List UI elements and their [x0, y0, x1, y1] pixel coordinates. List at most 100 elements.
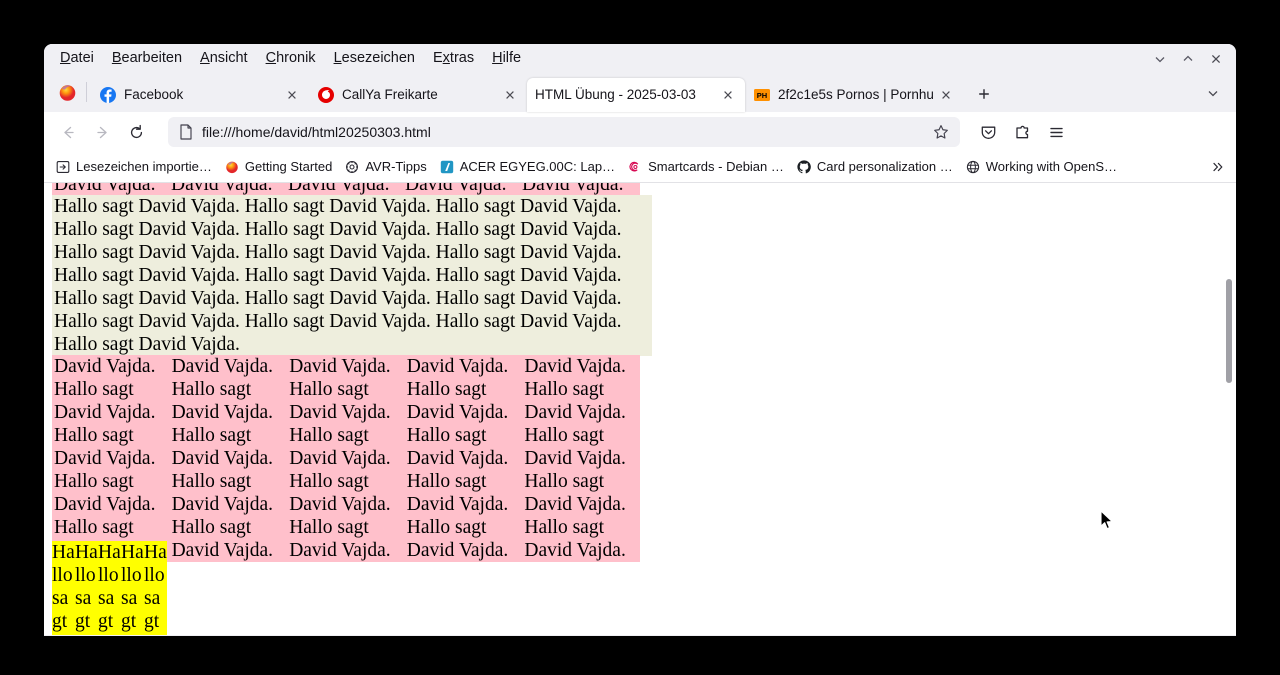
table-cell: David Vajda.: [522, 355, 640, 378]
bookmarks-overflow-icon[interactable]: [1206, 155, 1230, 179]
screen: Datei Bearbeiten Ansicht Chronik Lesezei…: [0, 0, 1280, 675]
narrow-column: Hallo sagt David Vajda. Hallo sagt David…: [98, 541, 121, 635]
table-cell: Hallo sagt: [522, 516, 640, 539]
scrollbar-thumb[interactable]: [1226, 279, 1232, 383]
firefox-logo-icon: [50, 74, 84, 110]
narrow-column: Hallo sagt David Vajda. Hallo sagt David…: [144, 541, 167, 635]
table-cell: Hallo sagt: [405, 470, 523, 493]
minimize-icon[interactable]: [1146, 47, 1174, 71]
bookmarks-toolbar: Lesezeichen importie… Getting Started: [44, 152, 1236, 183]
table-row: David Vajda. David Vajda. David Vajda. D…: [52, 355, 640, 378]
new-tab-button[interactable]: [969, 79, 999, 109]
extensions-icon[interactable]: [1006, 116, 1038, 148]
svg-text:PH: PH: [756, 91, 766, 100]
debian-icon: [627, 159, 643, 175]
pink-table: David Vajda. David Vajda. David Vajda. D…: [52, 355, 640, 562]
tab-html-ubung[interactable]: HTML Übung - 2025-03-03: [527, 78, 745, 112]
acer-icon: [439, 159, 455, 175]
table-cell: David Vajda.: [522, 493, 640, 516]
table-cell: David Vajda.: [170, 355, 288, 378]
table-row: Hallo sagt Hallo sagt Hallo sagt Hallo s…: [52, 378, 640, 401]
tab-close-icon[interactable]: [283, 86, 301, 104]
bookmark-label: AVR-Tipps: [365, 159, 426, 175]
table-cell: David Vajda.: [52, 401, 170, 424]
reload-button[interactable]: [120, 116, 152, 148]
tab-facebook[interactable]: Facebook: [91, 78, 309, 112]
menu-item-chronik[interactable]: Chronik: [258, 47, 324, 69]
github-icon: [796, 159, 812, 175]
bookmark-getting-started[interactable]: Getting Started: [219, 156, 337, 178]
table-cell: Hallo sagt: [52, 424, 170, 447]
maximize-icon[interactable]: [1174, 47, 1202, 71]
menu-bar: Datei Bearbeiten Ansicht Chronik Lesezei…: [44, 44, 1236, 72]
bookmark-star-icon[interactable]: [928, 119, 954, 145]
url-text[interactable]: file:///home/david/html20250303.html: [202, 124, 928, 140]
bookmark-working-with-openssl[interactable]: Working with OpenS…: [960, 156, 1122, 178]
table-cell: Hallo sagt: [52, 516, 170, 539]
narrow-column: Hallo sagt David Vajda. Hallo sagt David…: [75, 541, 98, 635]
table-cell: Hallo sagt: [170, 378, 288, 401]
page-viewport[interactable]: David Vajda. David Vajda. David Vajda. D…: [44, 183, 1236, 635]
table-cell: Hallo sagt: [52, 378, 170, 401]
back-button[interactable]: [52, 116, 84, 148]
table-cell: David Vajda.: [170, 493, 288, 516]
pocket-icon[interactable]: [972, 116, 1004, 148]
menu-item-bearbeiten[interactable]: Bearbeiten: [104, 47, 190, 69]
tab-pornhub[interactable]: PH 2f2c1e5s Pornos | Pornhub: [745, 78, 963, 112]
table-cell: Hallo sagt: [287, 516, 405, 539]
menu-item-hilfe[interactable]: Hilfe: [484, 47, 529, 69]
menu-item-ansicht[interactable]: Ansicht: [192, 47, 256, 69]
close-icon[interactable]: [1202, 47, 1230, 71]
table-cell: David Vajda.: [286, 183, 403, 195]
table-cell: David Vajda.: [287, 401, 405, 424]
table-cell: Hallo sagt: [170, 516, 288, 539]
hamburger-menu-icon[interactable]: [1040, 116, 1072, 148]
tab-title: 2f2c1e5s Pornos | Pornhub: [778, 86, 933, 104]
facebook-icon: [99, 87, 116, 104]
vertical-scrollbar[interactable]: [1222, 183, 1236, 635]
tab-callya-freikarte[interactable]: CallYa Freikarte: [309, 78, 527, 112]
table-cell: David Vajda.: [52, 493, 170, 516]
forward-button[interactable]: [86, 116, 118, 148]
bookmark-smartcards-debian[interactable]: Smartcards - Debian …: [622, 156, 789, 178]
table-row: Hallo sagt Hallo sagt Hallo sagt Hallo s…: [52, 470, 640, 493]
url-bar[interactable]: file:///home/david/html20250303.html: [168, 117, 960, 147]
table-body: David Vajda. David Vajda. David Vajda. D…: [52, 355, 640, 562]
firefox-icon: [224, 159, 240, 175]
table-cell: Hallo sagt: [287, 378, 405, 401]
table-row: Hallo sagt Hallo sagt Hallo sagt Hallo s…: [52, 424, 640, 447]
table-cell: Hallo sagt: [522, 378, 640, 401]
table-cell: David Vajda.: [170, 447, 288, 470]
tab-title: Facebook: [124, 86, 279, 104]
paragraph-block: Hallo sagt David Vajda. Hallo sagt David…: [52, 195, 652, 356]
list-all-tabs-icon[interactable]: [1200, 80, 1226, 106]
table-cell: Hallo sagt: [287, 470, 405, 493]
table-cell: David Vajda.: [522, 539, 640, 562]
bookmark-card-personalization[interactable]: Card personalization …: [791, 156, 958, 178]
menu-item-datei[interactable]: Datei: [52, 47, 102, 69]
table-cell: David Vajda.: [287, 355, 405, 378]
menu-item-extras[interactable]: Extras: [425, 47, 482, 69]
firefox-browser-window: Datei Bearbeiten Ansicht Chronik Lesezei…: [44, 44, 1236, 636]
bookmark-avr-tipps[interactable]: AVR-Tipps: [339, 156, 431, 178]
table-cell: David Vajda.: [287, 447, 405, 470]
window-controls: [1146, 46, 1230, 72]
tab-close-icon[interactable]: [719, 86, 737, 104]
tab-title: HTML Übung - 2025-03-03: [535, 86, 715, 104]
bookmark-import[interactable]: Lesezeichen importie…: [50, 156, 217, 178]
document-icon: [176, 122, 196, 142]
bookmark-label: Working with OpenS…: [986, 159, 1117, 175]
tab-title: CallYa Freikarte: [342, 86, 497, 104]
table-row: David Vajda. David Vajda. David Vajda. D…: [52, 493, 640, 516]
table-cell: David Vajda.: [403, 183, 520, 195]
table-cell: David Vajda.: [405, 401, 523, 424]
tab-close-icon[interactable]: [501, 86, 519, 104]
narrow-column-group: Hallo sagt David Vajda. Hallo sagt David…: [52, 541, 167, 635]
gear-icon: [344, 159, 360, 175]
tab-close-icon[interactable]: [937, 86, 955, 104]
table-cell: Hallo sagt: [287, 424, 405, 447]
table-cell: Hallo sagt: [405, 424, 523, 447]
menu-item-lesezeichen[interactable]: Lesezeichen: [326, 47, 423, 69]
bookmark-acer[interactable]: ACER EGYEG.00C: Lap…: [434, 156, 620, 178]
table-cell: David Vajda.: [52, 355, 170, 378]
